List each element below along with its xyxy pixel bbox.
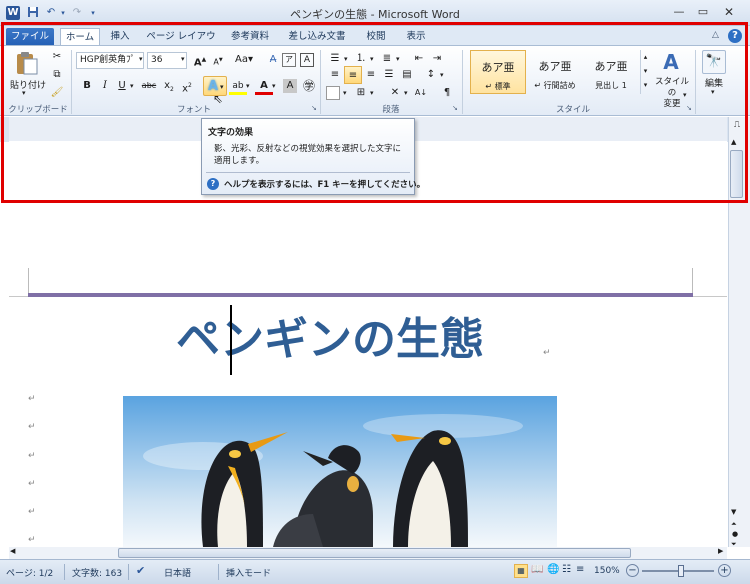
status-language[interactable]: 日本語 <box>164 566 191 579</box>
status-separator <box>128 564 129 580</box>
status-word-count[interactable]: 文字数: 163 <box>72 566 122 579</box>
paragraph-mark: ↵ <box>28 451 36 461</box>
zoom-in-icon[interactable]: + <box>718 564 731 577</box>
full-screen-reading-icon[interactable]: 📖 <box>531 564 543 575</box>
status-page[interactable]: ページ: 1/2 <box>6 566 53 579</box>
title-underline <box>28 293 693 297</box>
zoom-out-icon[interactable]: − <box>626 564 639 577</box>
window-title: ペンギンの生態 - Microsoft Word <box>290 8 460 21</box>
minimize-button[interactable]: — <box>668 4 690 20</box>
text-cursor <box>230 305 232 375</box>
paragraph-mark: ↵ <box>28 535 36 545</box>
paragraph-mark: ↵ <box>28 394 36 404</box>
zoom-level[interactable]: 150% <box>594 566 620 576</box>
draft-view-icon[interactable]: ≡ <box>576 564 584 575</box>
margin-mark-left <box>28 268 29 296</box>
tooltip-title: 文字の効果 <box>208 128 254 138</box>
browse-object-icon[interactable]: ● <box>732 530 738 538</box>
scroll-right-icon[interactable]: ▶ <box>718 547 723 555</box>
scroll-down-icon[interactable]: ▼ <box>731 508 736 516</box>
paragraph-mark: ↵ <box>543 348 551 358</box>
status-bar: ページ: 1/2 文字数: 163 ✔ 日本語 挿入モード ▦ 📖 🌐 ☷ ≡ … <box>0 559 750 584</box>
margin-mark-right <box>692 268 693 296</box>
web-layout-icon[interactable]: 🌐 <box>547 564 559 575</box>
zoom-slider-thumb[interactable] <box>678 565 684 577</box>
status-insert-mode[interactable]: 挿入モード <box>226 566 271 579</box>
scroll-left-icon[interactable]: ◀ <box>10 547 15 555</box>
tooltip-help-icon: ? <box>207 178 219 190</box>
status-separator <box>64 564 65 580</box>
tooltip-help-text: ヘルプを表示するには、F1 キーを押してください。 <box>224 180 426 190</box>
penguin-image[interactable] <box>123 396 557 547</box>
horizontal-scroll-thumb[interactable] <box>118 548 631 558</box>
tooltip: 文字の効果 影、光彩、反射などの視覚効果を選択した文字に適用します。 ? ヘルプ… <box>201 118 425 195</box>
proofing-icon[interactable]: ✔ <box>136 564 145 577</box>
paragraph-mark: ↵ <box>28 479 36 489</box>
print-layout-view-icon[interactable]: ▦ <box>514 564 528 578</box>
outline-view-icon[interactable]: ☷ <box>562 564 571 575</box>
word-window: W ↶ ▾ ↷ ▾ ペンギンの生態 - Microsoft Word — ▭ ✕… <box>0 0 750 584</box>
maximize-button[interactable]: ▭ <box>692 4 714 20</box>
tooltip-body: 影、光彩、反射などの視覚効果を選択した文字に適用します。 <box>214 144 402 166</box>
paragraph-mark: ↵ <box>28 422 36 432</box>
close-button[interactable]: ✕ <box>718 4 740 20</box>
status-separator <box>218 564 219 580</box>
paragraph-mark: ↵ <box>28 507 36 517</box>
tooltip-divider <box>206 172 410 173</box>
previous-page-icon[interactable]: ⏶ <box>731 520 737 529</box>
next-page-icon[interactable]: ⏷ <box>731 540 737 549</box>
